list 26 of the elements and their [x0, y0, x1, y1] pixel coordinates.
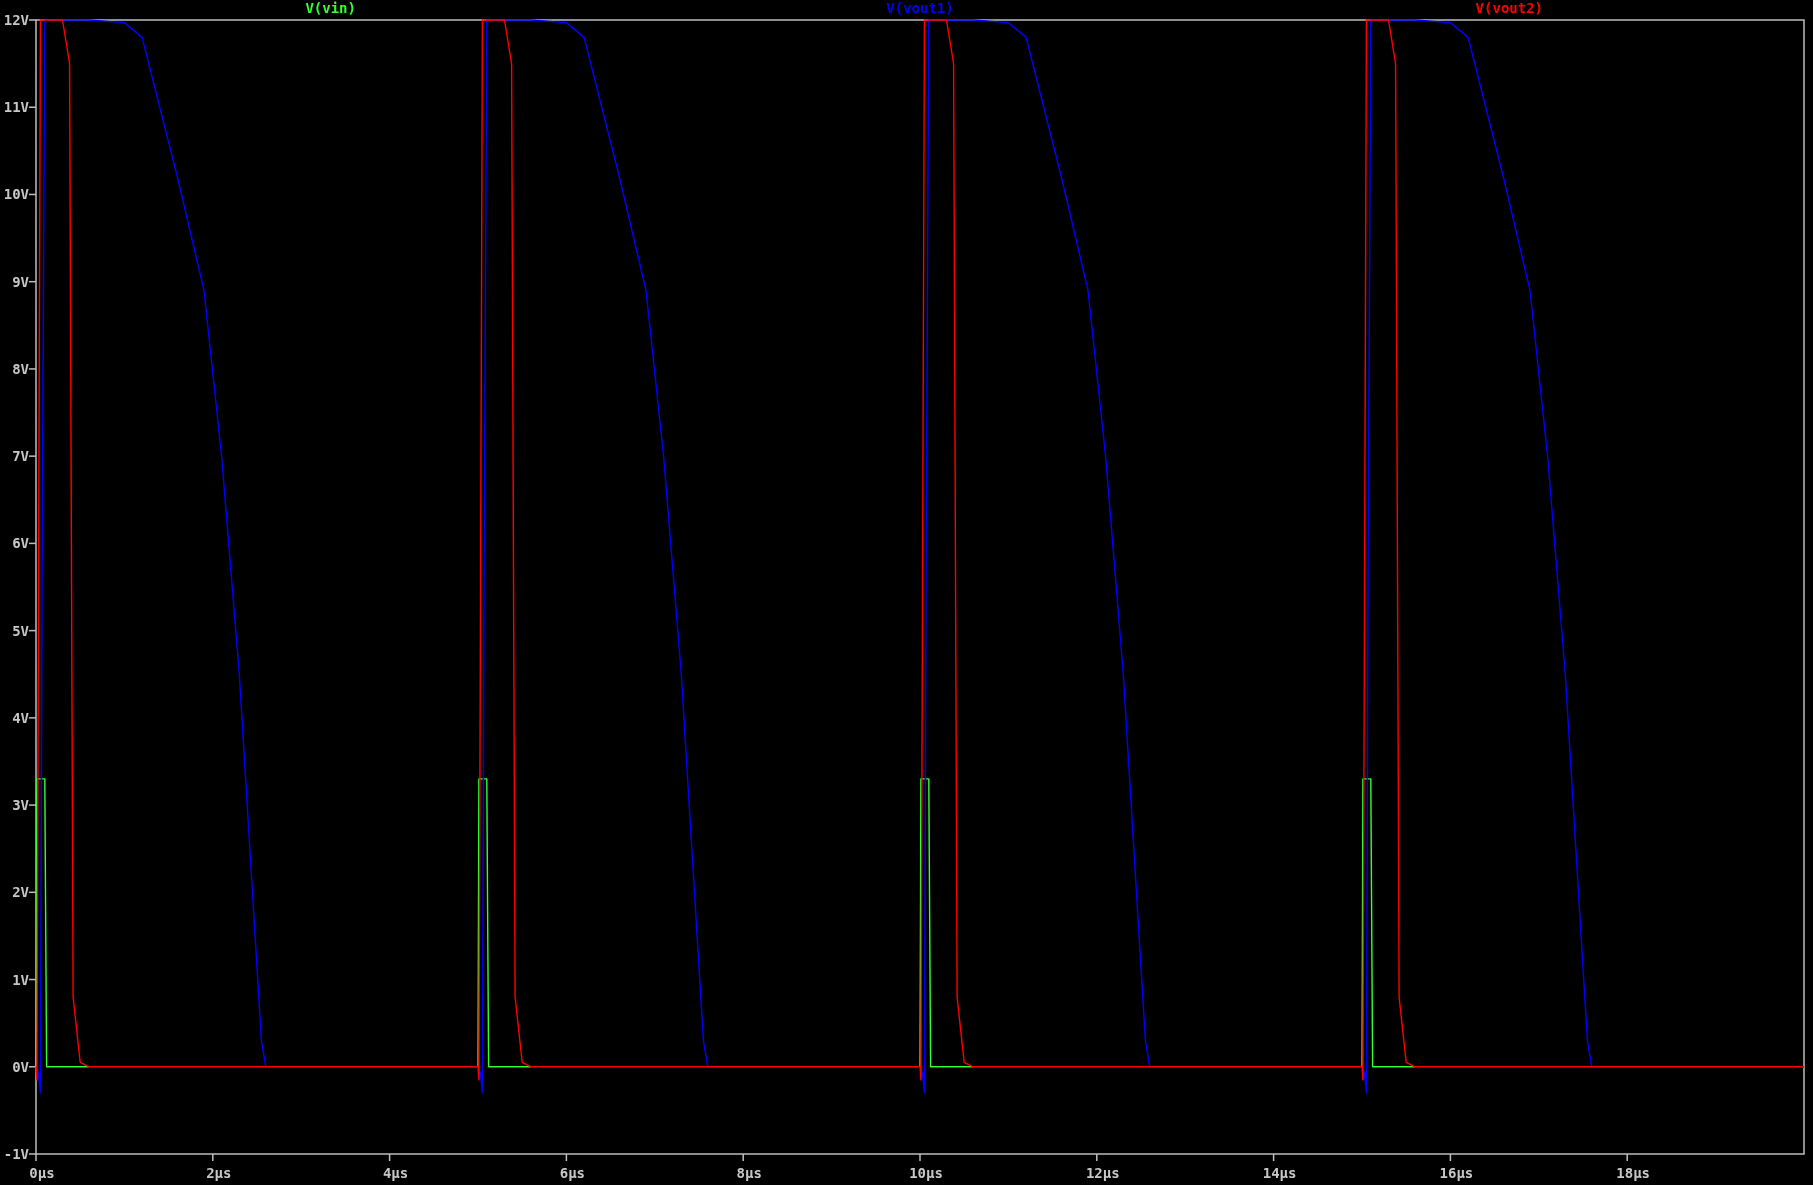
y-tick-label: 7V: [12, 448, 29, 465]
trace-label[interactable]: V(vin): [305, 0, 356, 16]
y-tick-label: 12V: [3, 12, 29, 28]
y-tick-label: -1V: [3, 1146, 29, 1162]
y-tick-label: 10V: [3, 186, 29, 203]
y-tick-label: 5V: [12, 622, 29, 639]
y-tick-label: 6V: [12, 535, 29, 552]
y-tick-label: 8V: [12, 360, 29, 377]
y-tick-label: 1V: [12, 971, 29, 988]
x-tick-label: 16µs: [1439, 1165, 1474, 1181]
y-tick-label: 9V: [12, 273, 29, 290]
x-tick-label: 14µs: [1262, 1165, 1297, 1181]
trace-label[interactable]: V(vout2): [1475, 0, 1544, 16]
y-tick-label: 11V: [3, 99, 29, 116]
x-tick-label: 8µs: [736, 1165, 762, 1181]
x-tick-label: 2µs: [206, 1165, 232, 1181]
y-tick-label: 4V: [12, 709, 29, 726]
x-tick-label: 12µs: [1085, 1165, 1120, 1181]
x-tick-label: 6µs: [559, 1165, 586, 1181]
x-tick-label: 10µs: [909, 1165, 943, 1181]
x-tick-label: 0µs: [29, 1165, 55, 1181]
x-tick-label: 18µs: [1616, 1165, 1651, 1181]
y-tick-label: 0V: [12, 1058, 29, 1075]
y-tick-label: 3V: [12, 797, 29, 814]
y-tick-label: 2V: [12, 884, 29, 901]
x-tick-label: 4µs: [382, 1165, 409, 1181]
